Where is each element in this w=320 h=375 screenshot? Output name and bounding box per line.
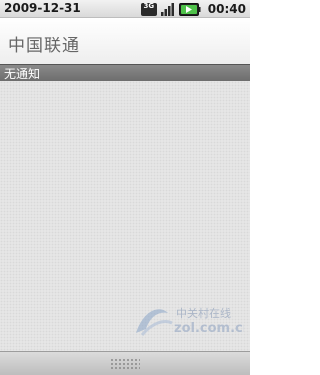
signal-icon — [160, 2, 174, 16]
notification-drag-handle-bar[interactable] — [0, 351, 250, 375]
status-time: 00:40 — [207, 2, 246, 16]
svg-text:zol.com.cn: zol.com.cn — [174, 321, 244, 336]
notifications-header: 无通知 — [0, 64, 250, 81]
carrier-name: 中国联通 — [8, 36, 80, 56]
svg-text:中关村在线: 中关村在线 — [176, 306, 231, 320]
3g-icon: 3G — [140, 2, 157, 16]
notifications-header-label: 无通知 — [4, 67, 41, 81]
carrier-bar: 中国联通 — [0, 18, 250, 64]
status-date: 2009-12-31 — [4, 1, 81, 15]
status-bar: 2009-12-31 3G 00:40 — [0, 0, 250, 18]
status-icons: 3G 00:40 — [140, 2, 246, 16]
zol-watermark-logo: 中关村在线 zol.com.cn — [136, 306, 244, 336]
drag-grip-icon[interactable] — [110, 358, 140, 370]
notification-list: 中关村在线 zol.com.cn — [0, 81, 250, 351]
battery-icon — [178, 2, 201, 16]
